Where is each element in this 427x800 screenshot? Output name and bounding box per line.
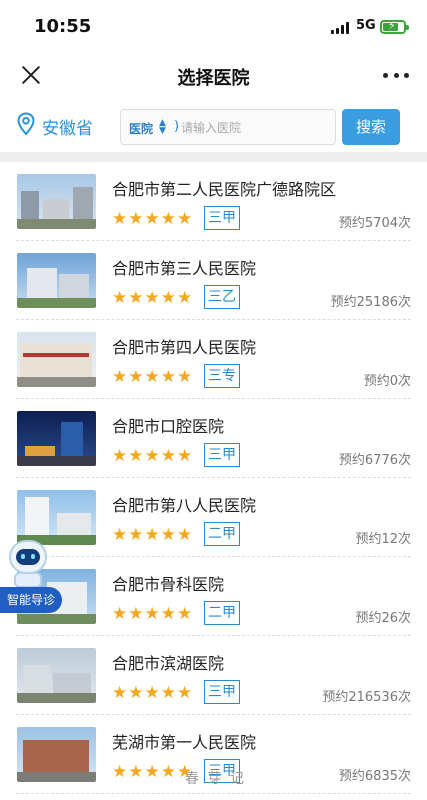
status-bar: 10:55 5G ⚡ [0,0,427,52]
section-divider [0,152,427,162]
hospital-grade-badge: 二甲 [204,601,240,625]
search-button[interactable]: 搜索 [342,109,400,145]
list-item[interactable]: 合肥市第二人民医院广德路院区 ★★★★★ 三甲 预约5704次 [16,162,411,241]
list-item[interactable]: 合肥市第三人民医院 ★★★★★ 三乙 预约25186次 [16,241,411,320]
appointment-count: 预约5704次 [338,216,411,231]
hospital-name: 合肥市滨湖医院 [112,654,225,673]
rating-stars: ★★★★★ [112,446,194,466]
hospital-image [17,253,96,308]
list-item[interactable]: 合肥市骨科医院 ★★★★★ 二甲 预约26次 [16,557,411,636]
rating-stars: ★★★★★ [112,525,194,545]
rating-stars: ★★★★★ [112,762,194,782]
hospital-grade-badge: 三乙 [204,285,240,309]
province-selector[interactable]: 安徽省 [42,114,93,139]
network-type: 5G [356,18,376,33]
more-options-icon[interactable] [383,66,409,84]
battery-icon: ⚡ [380,19,409,34]
hospital-name: 合肥市第二人民医院广德路院区 [112,180,337,199]
status-time: 10:55 [34,16,92,37]
page-title: 选择医院 [177,68,250,89]
search-row: 安徽省 医院 ▲▼ ) 搜索 [0,100,427,152]
robot-body [14,572,42,588]
smart-guide-button[interactable]: 智能导诊 [0,540,70,620]
appointment-count: 预约0次 [363,374,411,389]
appointment-count: 预约6776次 [338,453,411,468]
list-item[interactable]: 合肥市第四人民医院 ★★★★★ 三专 预约0次 [16,320,411,399]
hospital-grade-badge: 三专 [204,364,240,388]
hospital-name: 芜湖市第一人民医院 [112,733,257,752]
nav-bar: 选择医院 [0,52,427,98]
list-item[interactable]: 合肥市口腔医院 ★★★★★ 三甲 预约6776次 [16,399,411,478]
hospital-grade-badge: 三甲 [204,443,240,467]
search-type-select[interactable]: 医院 [129,120,153,137]
rating-stars: ★★★★★ [112,209,194,229]
hospital-image [17,490,96,545]
hospital-name: 合肥市骨科医院 [112,575,225,594]
hospital-name: 合肥市口腔医院 [112,417,225,436]
smart-guide-label: 智能导诊 [0,587,62,613]
hospital-list: 合肥市第二人民医院广德路院区 ★★★★★ 三甲 预约5704次 合肥市第三人民医… [0,162,427,794]
rating-stars: ★★★★★ [112,367,194,387]
search-box: 医院 ▲ ▼ ) [120,109,336,145]
robot-icon [9,540,47,574]
rating-stars: ★★★★★ [112,604,194,624]
watermark: 春 芽 记 [185,771,246,787]
appointment-count: 预约6835次 [338,769,411,784]
hospital-grade-badge: 二甲 [204,522,240,546]
search-type-separator: ) [174,119,180,134]
hospital-image [17,648,96,703]
location-pin-icon[interactable] [17,112,35,136]
appointment-count: 预约25186次 [330,295,411,310]
list-item[interactable]: 合肥市第八人民医院 ★★★★★ 二甲 预约12次 [16,478,411,557]
rating-stars: ★★★★★ [112,683,194,703]
list-item[interactable]: 合肥市滨湖医院 ★★★★★ 三甲 预约216536次 [16,636,411,715]
hospital-image [17,174,96,229]
search-input[interactable] [181,117,331,139]
appointment-count: 预约26次 [355,611,411,626]
hospital-name: 合肥市第三人民医院 [112,259,257,278]
rating-stars: ★★★★★ [112,288,194,308]
appointment-count: 预约216536次 [322,690,411,705]
appointment-count: 预约12次 [355,532,411,547]
chevron-updown-icon[interactable]: ▲ ▼ [159,119,171,136]
hospital-image [17,411,96,466]
hospital-name: 合肥市第四人民医院 [112,338,257,357]
hospital-grade-badge: 三甲 [204,206,240,230]
hospital-grade-badge: 三甲 [204,680,240,704]
hospital-image [17,332,96,387]
signal-icon [331,22,351,34]
hospital-image [17,727,96,782]
hospital-name: 合肥市第八人民医院 [112,496,257,515]
